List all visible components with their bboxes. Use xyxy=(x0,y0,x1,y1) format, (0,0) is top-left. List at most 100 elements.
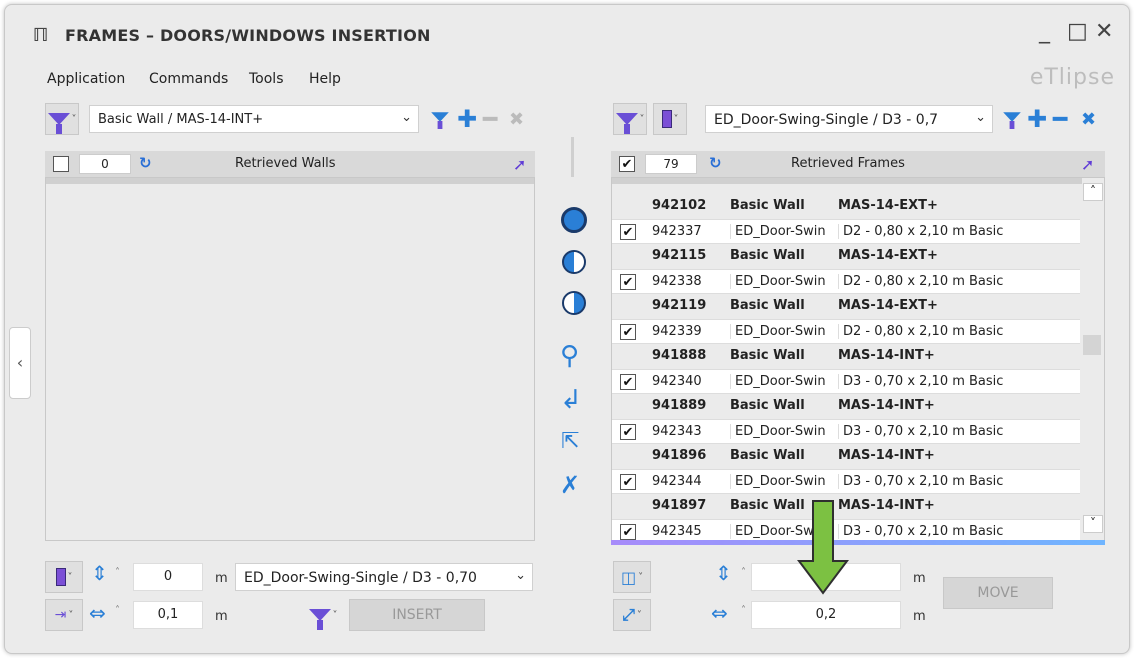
door-type-dropdown[interactable]: ˅ xyxy=(653,103,687,135)
insert-filter-dropdown[interactable]: ˅ xyxy=(301,599,345,631)
left-select-all-checkbox[interactable] xyxy=(53,156,69,172)
move-button[interactable]: MOVE xyxy=(943,577,1053,609)
left-filter-value: Basic Wall / MAS-14-INT+ xyxy=(98,112,264,127)
add-icon[interactable]: ✚ xyxy=(1027,107,1047,131)
cell-type: Basic Wall xyxy=(730,248,805,263)
add-icon[interactable]: ✚ xyxy=(457,107,477,131)
remove-icon[interactable]: ━ xyxy=(1053,107,1067,131)
resize-dropdown[interactable]: ⤢ ˅ xyxy=(613,599,651,631)
door-opening-dropdown[interactable]: ⇥ ˅ xyxy=(45,599,83,631)
zoom-to-element-icon[interactable]: ⇱ xyxy=(561,429,579,454)
row-checkbox[interactable]: ✔ xyxy=(620,474,636,490)
clear-icon: ✖ xyxy=(509,109,525,130)
right-refresh-icon[interactable]: ↻ xyxy=(709,154,722,172)
row-checkbox[interactable]: ✔ xyxy=(620,524,636,540)
spin-up-icon[interactable]: ˄ xyxy=(741,605,746,616)
door-dropdown[interactable]: ˅ xyxy=(45,561,83,593)
deselect-cursor-icon[interactable]: ✗ xyxy=(560,471,580,499)
scrollbar-thumb[interactable] xyxy=(1083,335,1101,355)
scroll-down-icon[interactable]: ˅ xyxy=(1083,515,1103,533)
cell-type: ED_Door-Swin xyxy=(730,474,830,489)
frame-align-icon: ◫ xyxy=(620,567,637,587)
door-icon xyxy=(661,110,672,128)
left-pick-cursor-icon[interactable]: ➚ xyxy=(513,155,526,174)
minimize-button[interactable]: _ xyxy=(1039,19,1050,44)
left-filter-dropdown[interactable]: ˅ xyxy=(45,103,79,135)
menu-help[interactable]: Help xyxy=(309,71,341,87)
right-filter-dropdown[interactable]: ˅ xyxy=(613,103,647,135)
half-left-circle-icon[interactable] xyxy=(562,250,586,274)
group-row: 941889 Basic Wall MAS-14-INT+ xyxy=(612,394,1080,419)
clear-icon[interactable]: ✖ xyxy=(1081,109,1096,130)
table-row[interactable]: ✔ 942339 ED_Door-Swin D2 - 0,80 x 2,10 m Ba… xyxy=(612,319,1080,344)
spin-up-icon[interactable]: ˄ xyxy=(115,605,120,616)
collapse-panel-tab[interactable]: ‹ xyxy=(9,327,31,399)
cell-id: 941889 xyxy=(652,398,707,413)
cell-name: D3 - 0,70 x 2,10 m Basic xyxy=(838,374,1078,389)
row-checkbox[interactable]: ✔ xyxy=(620,324,636,340)
cell-name: MAS-14-INT+ xyxy=(838,398,935,413)
right-list[interactable]: 942102 Basic Wall MAS-14-EXT+ ✔ 942337 ED_Doo… xyxy=(611,177,1105,541)
right-list-scrollbar[interactable] xyxy=(1083,183,1103,539)
scroll-up-icon[interactable]: ˄ xyxy=(1083,183,1103,201)
door-type-combo[interactable]: ED_Door-Swing-Single / D3 - 0,70 ⌄ xyxy=(235,563,533,591)
half-right-circle-icon[interactable] xyxy=(562,291,586,315)
left-refresh-icon[interactable]: ↻ xyxy=(139,154,152,172)
table-row[interactable]: ✔ 942343 ED_Door-Swin D3 - 0,70 x 2,10 m Ba… xyxy=(612,419,1080,444)
spin-up-icon[interactable]: ˄ xyxy=(115,567,120,578)
insert-button[interactable]: INSERT xyxy=(349,599,485,631)
select-all-circle-icon[interactable] xyxy=(561,207,587,233)
right-filter-combo[interactable]: ED_Door-Swing-Single / D3 - 0,7 ⌄ xyxy=(705,105,993,133)
left-list[interactable] xyxy=(45,177,535,541)
cell-type: Basic Wall xyxy=(730,348,805,363)
table-row[interactable]: ✔ 942337 ED_Door-Swin D2 - 0,80 x 2,10 m Ba… xyxy=(612,219,1080,244)
menu-commands[interactable]: Commands xyxy=(149,71,228,87)
row-checkbox[interactable]: ✔ xyxy=(620,224,636,240)
horizontal-offset-input[interactable]: 0,1 xyxy=(133,601,203,629)
group-row: 942102 Basic Wall MAS-14-EXT+ xyxy=(612,194,1080,219)
cell-id: 942337 xyxy=(652,224,702,239)
main-window: ℿ FRAMES – DOORS/WINDOWS INSERTION _ □ ✕… xyxy=(4,4,1130,654)
cell-type: Basic Wall xyxy=(730,398,805,413)
left-count: 0 xyxy=(79,154,131,174)
row-checkbox[interactable]: ✔ xyxy=(620,424,636,440)
maximize-button[interactable]: □ xyxy=(1067,19,1088,44)
table-row[interactable]: ✔ 942340 ED_Door-Swin D3 - 0,70 x 2,10 m Ba… xyxy=(612,369,1080,394)
menu-application[interactable]: Application xyxy=(47,71,125,87)
chevron-down-icon: ⌄ xyxy=(975,110,986,125)
row-checkbox[interactable]: ✔ xyxy=(620,374,636,390)
cell-type: ED_Door-Swin xyxy=(730,274,830,289)
apply-filter-icon[interactable] xyxy=(1001,111,1023,130)
close-button[interactable]: ✕ xyxy=(1095,19,1113,44)
group-row: 941888 Basic Wall MAS-14-INT+ xyxy=(612,344,1080,369)
window-title: FRAMES – DOORS/WINDOWS INSERTION xyxy=(65,26,431,45)
right-select-all-checkbox[interactable]: ✔ xyxy=(619,156,635,172)
horizontal-offset-icon: ⇔ xyxy=(89,601,106,625)
cell-type: ED_Door-Swin xyxy=(730,324,830,339)
table-row[interactable]: ✔ 942344 ED_Door-Swin D3 - 0,70 x 2,10 m Ba… xyxy=(612,469,1080,494)
left-filter-combo[interactable]: Basic Wall / MAS-14-INT+ ⌄ xyxy=(89,105,419,133)
cell-name: D2 - 0,80 x 2,10 m Basic xyxy=(838,274,1078,289)
group-row: 942119 Basic Wall MAS-14-EXT+ xyxy=(612,294,1080,319)
spin-up-icon[interactable]: ˄ xyxy=(741,567,746,578)
frame-align-dropdown[interactable]: ◫ ˅ xyxy=(613,561,651,593)
cell-id: 942343 xyxy=(652,424,702,439)
door-opening-icon: ⇥ xyxy=(54,607,67,623)
row-checkbox[interactable]: ✔ xyxy=(620,274,636,290)
table-row[interactable]: ✔ 942338 ED_Door-Swin D2 - 0,80 x 2,10 m Ba… xyxy=(612,269,1080,294)
enter-icon[interactable]: ↲ xyxy=(560,385,582,415)
apply-filter-icon[interactable] xyxy=(429,111,451,130)
right-list-title: Retrieved Frames xyxy=(791,156,905,171)
cell-name: D3 - 0,70 x 2,10 m Basic xyxy=(838,524,1078,539)
move-horizontal-input[interactable]: 0,2 xyxy=(751,601,901,629)
cell-id: 942338 xyxy=(652,274,702,289)
filter-icon xyxy=(615,113,638,134)
cell-type: Basic Wall xyxy=(730,198,805,213)
menu-tools[interactable]: Tools xyxy=(249,71,284,87)
cell-name: MAS-14-INT+ xyxy=(838,348,935,363)
search-icon[interactable]: ⚲ xyxy=(560,341,579,371)
right-pick-cursor-icon[interactable]: ➚ xyxy=(1081,155,1094,174)
vertical-offset-input[interactable]: 0 xyxy=(133,563,203,591)
vertical-offset-icon: ⇕ xyxy=(91,561,108,585)
cell-id: 942102 xyxy=(652,198,707,213)
